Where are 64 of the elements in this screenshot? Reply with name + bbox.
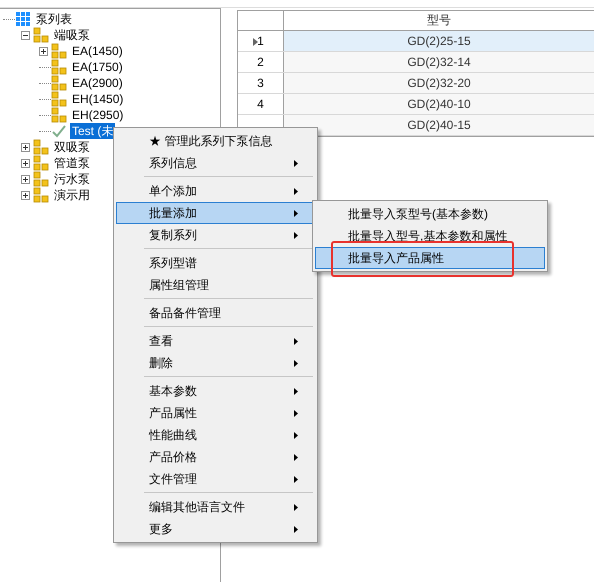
expand-toggle[interactable] bbox=[21, 174, 30, 184]
cubes-icon bbox=[33, 171, 49, 187]
menu-item[interactable]: 编辑其他语言文件 bbox=[116, 496, 315, 518]
check-icon bbox=[51, 123, 67, 139]
menu-item[interactable]: 备品备件管理 bbox=[116, 302, 315, 324]
menu-item[interactable]: 系列型谱 bbox=[116, 252, 315, 274]
tree-item[interactable]: 演示用 bbox=[52, 187, 92, 203]
tree-item[interactable]: EH(2950) bbox=[70, 107, 126, 123]
row-number: 1 bbox=[257, 34, 264, 48]
menu-item[interactable]: 文件管理 bbox=[116, 468, 315, 490]
row-header[interactable]: 3 bbox=[238, 73, 284, 93]
menu-item[interactable]: ★ 管理此系列下泵信息 bbox=[116, 130, 315, 152]
menu-item[interactable]: 系列信息 bbox=[116, 152, 315, 174]
row-header[interactable]: 4 bbox=[238, 94, 284, 114]
cubes-icon bbox=[33, 155, 49, 171]
collapse-toggle[interactable] bbox=[21, 30, 30, 40]
row-number: 3 bbox=[257, 76, 264, 90]
menu-item[interactable]: 批量导入产品属性 bbox=[315, 247, 545, 269]
expand-toggle[interactable] bbox=[21, 142, 30, 152]
menu-item[interactable]: 属性组管理 bbox=[116, 274, 315, 296]
menu-item[interactable]: 复制系列 bbox=[116, 224, 315, 246]
column-header[interactable]: 型号 bbox=[284, 11, 594, 30]
cubes-icon bbox=[33, 187, 49, 203]
table-cell-text: GD(2)40-10 bbox=[406, 96, 472, 113]
menu-item[interactable]: 产品属性 bbox=[116, 402, 315, 424]
expand-toggle[interactable] bbox=[39, 46, 48, 56]
table-cell-text: GD(2)40-15 bbox=[406, 117, 472, 134]
row-number: 2 bbox=[257, 55, 264, 69]
menu-item[interactable]: 删除 bbox=[116, 352, 315, 374]
tree-item[interactable]: EA(1750) bbox=[70, 59, 125, 75]
cubes-icon bbox=[51, 59, 67, 75]
cubes-icon bbox=[51, 107, 67, 123]
table-cell: GD(2)25-15 bbox=[284, 31, 594, 51]
menu-item[interactable]: 性能曲线 bbox=[116, 424, 315, 446]
tree-item[interactable]: EA(1450) bbox=[70, 43, 125, 59]
tree-item[interactable]: EH(1450) bbox=[70, 91, 126, 107]
menu-item[interactable]: 批量导入泵型号(基本参数) bbox=[315, 203, 545, 225]
tree-item[interactable]: 污水泵 bbox=[52, 171, 92, 187]
cubes-icon bbox=[33, 27, 49, 43]
cubes-icon bbox=[51, 43, 67, 59]
tree-item[interactable]: Test (未 bbox=[70, 123, 116, 139]
tree-item[interactable]: 泵列表 bbox=[34, 11, 74, 27]
menu-item[interactable]: 产品价格 bbox=[116, 446, 315, 468]
table-cell-text: GD(2)32-14 bbox=[406, 54, 472, 71]
cubes-icon bbox=[51, 75, 67, 91]
menu-item[interactable]: 更多 bbox=[116, 518, 315, 540]
row-pointer-icon bbox=[253, 38, 258, 46]
grid-icon bbox=[15, 11, 31, 27]
expand-toggle[interactable] bbox=[21, 158, 30, 168]
tree-item[interactable]: EA(2900) bbox=[70, 75, 125, 91]
row-number: 4 bbox=[257, 97, 264, 111]
row-header[interactable]: 1 bbox=[238, 31, 284, 51]
tree-item[interactable]: 端吸泵 bbox=[52, 27, 92, 43]
tree-item[interactable]: 双吸泵 bbox=[52, 139, 92, 155]
tree-item[interactable]: 管道泵 bbox=[52, 155, 92, 171]
cubes-icon bbox=[33, 139, 49, 155]
expand-toggle[interactable] bbox=[21, 190, 30, 200]
table-cell-text: GD(2)32-20 bbox=[406, 75, 472, 92]
cubes-icon bbox=[51, 91, 67, 107]
menu-item[interactable]: 基本参数 bbox=[116, 380, 315, 402]
menu-item[interactable]: 批量添加 bbox=[116, 202, 315, 224]
menu-item[interactable]: 单个添加 bbox=[116, 180, 315, 202]
menu-item[interactable]: 查看 bbox=[116, 330, 315, 352]
row-header[interactable]: 2 bbox=[238, 52, 284, 72]
